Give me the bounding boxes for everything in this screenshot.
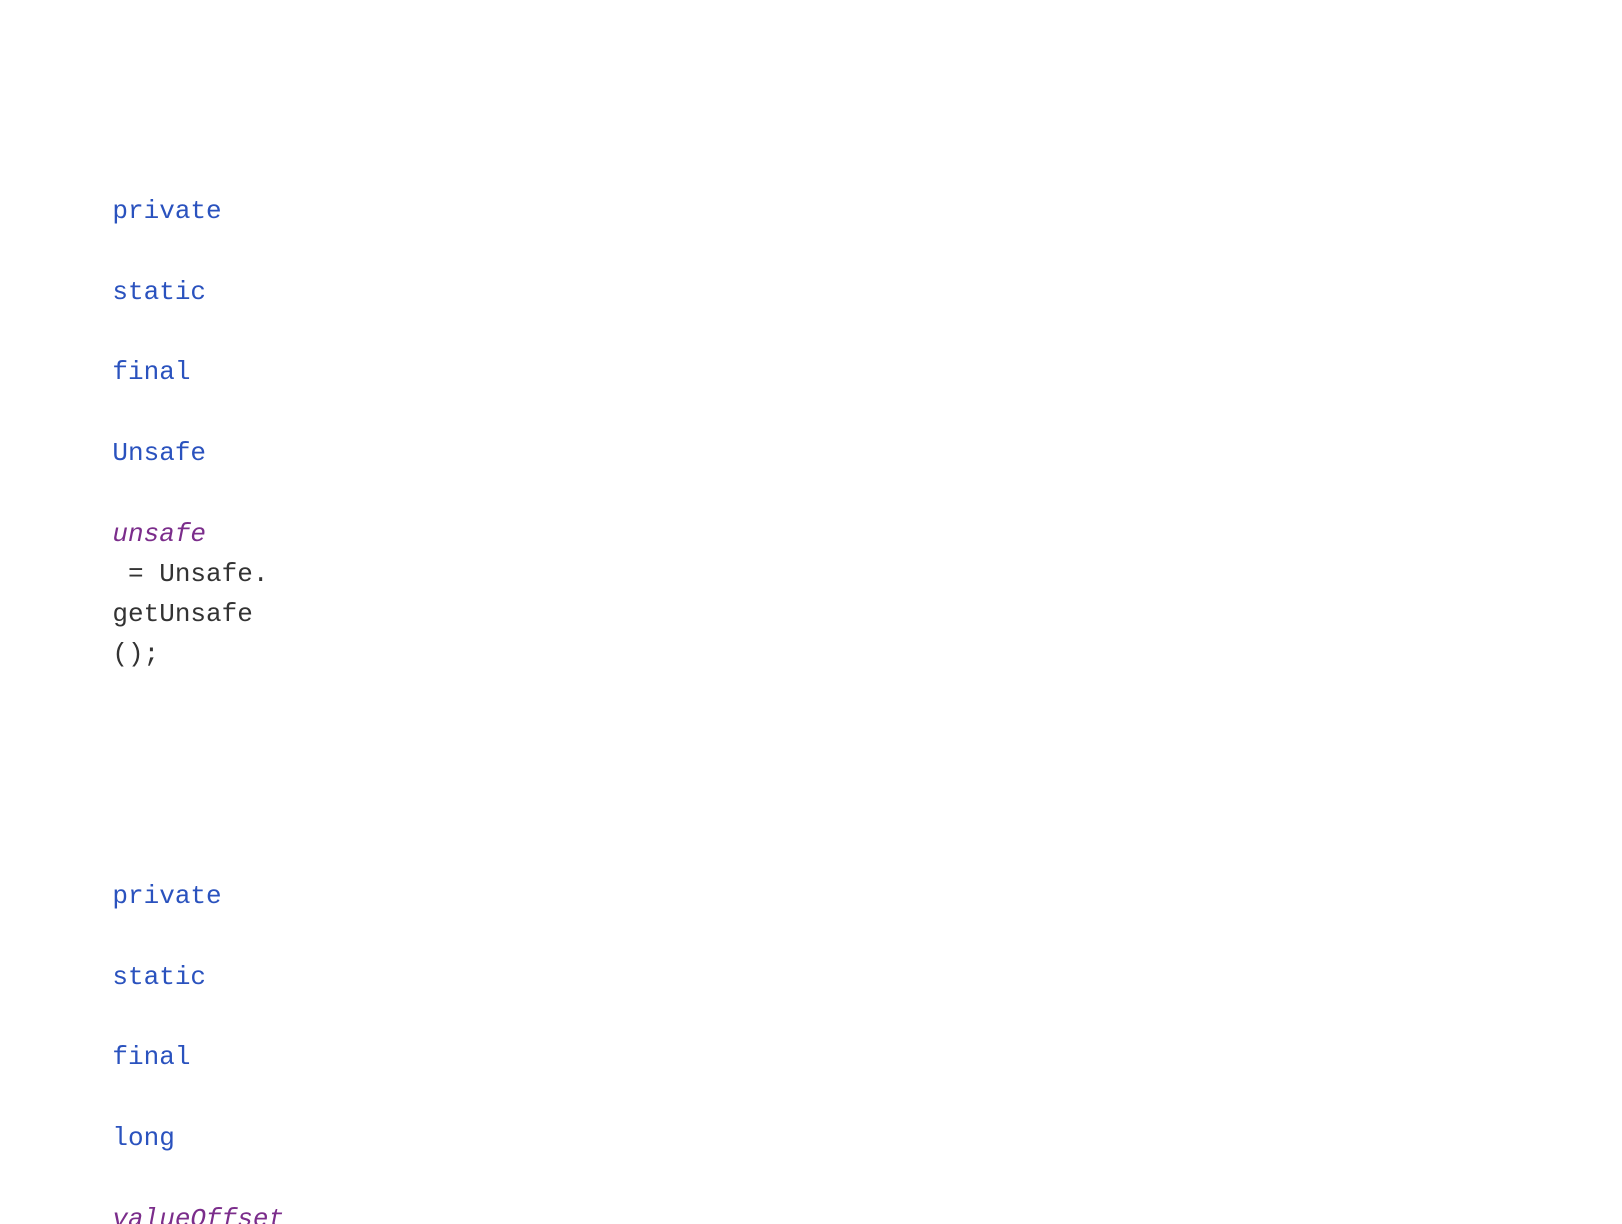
keyword-long: long [112,1123,174,1153]
code-viewer: private static final Unsafe unsafe = Uns… [50,30,1572,1224]
code-line-2: private static final long valueOffset ; [50,836,1572,1224]
keyword-final: final [112,357,190,387]
var-valueoffset: valueOffset [112,1204,284,1224]
code-line-1: private static final Unsafe unsafe = Uns… [50,151,1572,715]
keyword-static2: static [112,962,206,992]
keyword-private: private [112,196,221,226]
type-unsafe: Unsafe [112,438,206,468]
var-unsafe: unsafe [112,519,206,549]
method-getunsafe: getUnsafe [112,599,252,629]
keyword-private2: private [112,881,221,911]
keyword-final2: final [112,1042,190,1072]
keyword-static: static [112,277,206,307]
